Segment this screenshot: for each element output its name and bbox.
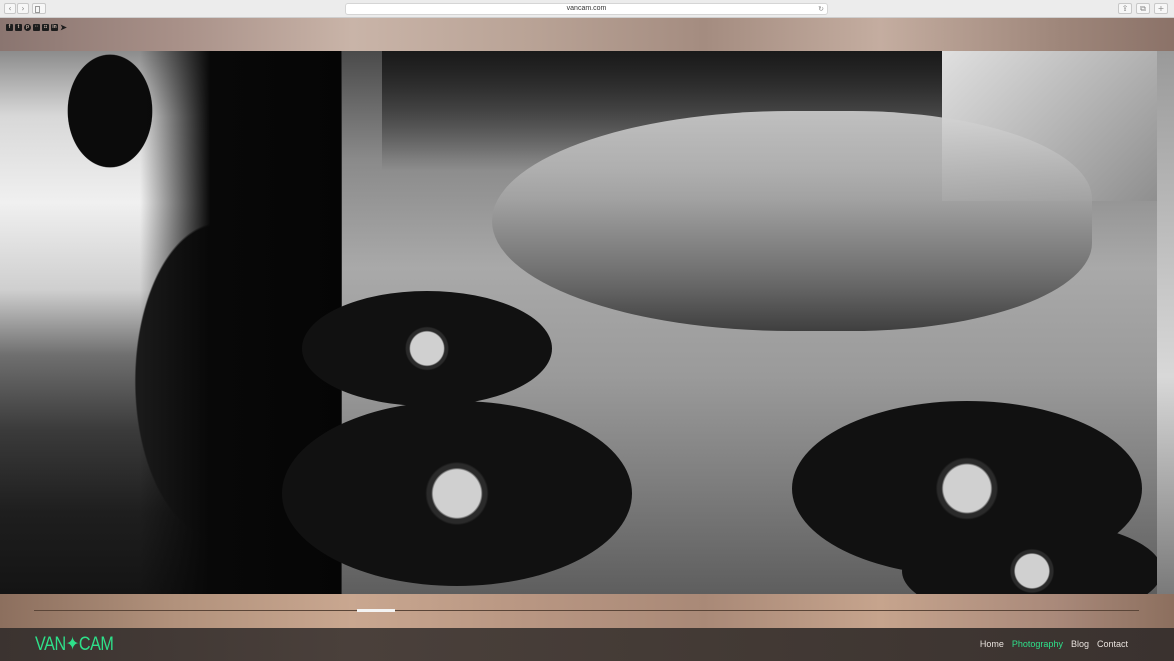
forward-button[interactable]: › <box>17 3 29 14</box>
main-nav: Home Photography Blog Contact <box>972 639 1128 649</box>
pinterest-icon[interactable]: p <box>24 24 31 31</box>
reload-icon[interactable]: ↻ <box>818 4 824 14</box>
instagram-icon[interactable]: ◘ <box>42 24 49 31</box>
linkedin-icon[interactable]: in <box>51 24 58 31</box>
photo-gallery[interactable] <box>0 51 1174 594</box>
vinyl-record <box>282 401 632 586</box>
address-bar[interactable]: vancam.com ↻ <box>345 3 828 15</box>
nav-home[interactable]: Home <box>980 639 1004 649</box>
back-button[interactable]: ‹ <box>4 3 16 14</box>
flickr-icon[interactable]: ·· <box>33 24 40 31</box>
gallery-photo-current[interactable] <box>282 51 1162 594</box>
gallery-photo-next[interactable] <box>1157 51 1174 594</box>
twitter-icon[interactable]: t <box>15 24 22 31</box>
site-logo[interactable]: VAN✦CAM <box>35 633 114 656</box>
site-footer: VAN✦CAM Home Photography Blog Contact <box>0 628 1174 661</box>
social-header: f t p ·· ◘ in ➤ <box>0 18 1174 51</box>
gallery-scrubber <box>0 594 1174 628</box>
nav-buttons: ‹ › <box>4 3 30 14</box>
scrubber-track[interactable] <box>34 610 1139 611</box>
new-tab-button[interactable]: + <box>1154 3 1168 14</box>
arrow-icon[interactable]: ➤ <box>60 24 67 32</box>
nav-photography[interactable]: Photography <box>1012 639 1063 649</box>
facebook-icon[interactable]: f <box>6 24 13 31</box>
nav-blog[interactable]: Blog <box>1071 639 1089 649</box>
browser-actions: ⇪ ⧉ + <box>1114 3 1168 14</box>
social-links: f t p ·· ◘ in ➤ <box>6 24 69 32</box>
scrubber-thumb[interactable] <box>357 609 395 612</box>
url-text: vancam.com <box>566 5 607 12</box>
browser-toolbar: ‹ › vancam.com ↻ ⇪ ⧉ + <box>0 0 1174 18</box>
sidebar-toggle-button[interactable] <box>32 3 46 14</box>
share-button[interactable]: ⇪ <box>1118 3 1132 14</box>
tabs-button[interactable]: ⧉ <box>1136 3 1150 14</box>
vinyl-record <box>302 291 552 406</box>
nav-contact[interactable]: Contact <box>1097 639 1128 649</box>
reclining-figure <box>492 111 1092 331</box>
